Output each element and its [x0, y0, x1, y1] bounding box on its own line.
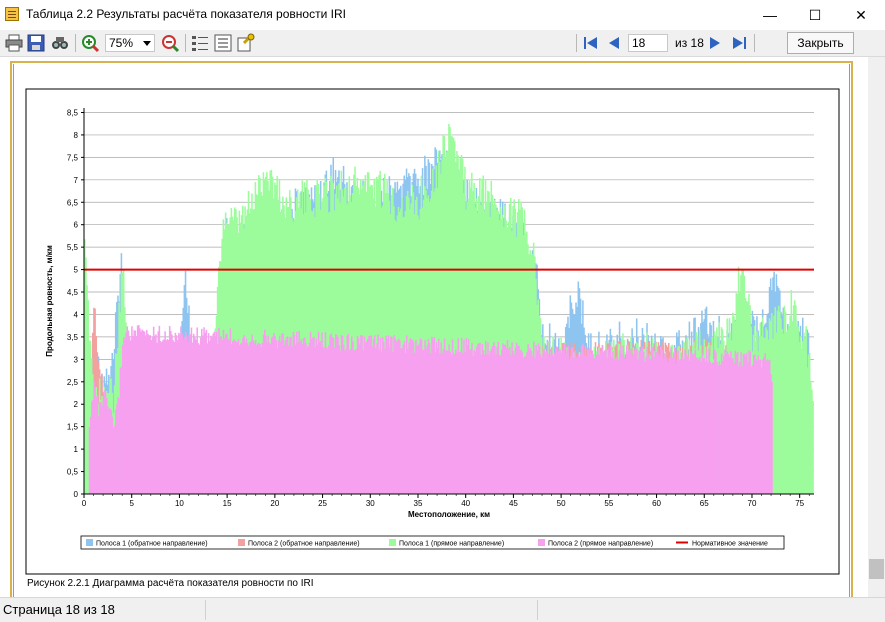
iri-chart: 0 0,5 1 1,5 2 2,5 3 3,5 4 4,5 5 5,5 6 6,5 7 7,5 8 8,5 0 5 10…: [25, 88, 840, 589]
print-icon[interactable]: [4, 33, 24, 53]
report-page: 0 0,5 1 1,5 2 2,5 3 3,5 4 4,5 5 5,5 6 6,5 7 7,5 8 8,5 0 5 10…: [13, 64, 850, 604]
zoom-out-icon[interactable]: [160, 33, 180, 53]
legend-swatch: [538, 539, 545, 546]
chart-bar: [812, 400, 814, 494]
zoom-select[interactable]: 75%: [105, 34, 155, 52]
export-icon[interactable]: [236, 33, 256, 53]
legend-label: Полоса 2 (обратное направление): [248, 540, 360, 548]
x-tick-label: 25: [318, 499, 327, 508]
status-page-label: Страница 18 из 18: [3, 602, 115, 617]
x-tick-label: 65: [700, 499, 709, 508]
close-window-button[interactable]: ✕: [838, 0, 884, 30]
page-setup-icon[interactable]: [190, 33, 210, 53]
y-tick-label: 7: [74, 176, 79, 185]
x-tick-label: 75: [795, 499, 804, 508]
y-tick-label: 3: [74, 355, 79, 364]
y-tick-label: 0,5: [67, 468, 79, 477]
y-tick-label: 7,5: [67, 153, 79, 162]
title-bar: Таблица 2.2 Результаты расчёта показател…: [0, 0, 885, 30]
y-axis-label: Продольная ровность, м/км: [45, 245, 54, 357]
y-tick-label: 2,5: [67, 378, 79, 387]
legend-swatch: [389, 539, 396, 546]
x-tick-label: 55: [604, 499, 613, 508]
x-tick-label: 35: [414, 499, 423, 508]
y-tick-label: 6,5: [67, 198, 79, 207]
legend-label: Нормативное значение: [692, 541, 768, 548]
y-tick-label: 3,5: [67, 333, 79, 342]
legend-swatch: [238, 539, 245, 546]
page-number-input[interactable]: 18: [628, 34, 668, 52]
scrollbar-thumb[interactable]: [869, 559, 884, 579]
maximize-button[interactable]: ☐: [792, 0, 838, 30]
legend-label: Полоса 1 (обратное направление): [96, 540, 208, 548]
y-tick-label: 5: [74, 266, 79, 275]
last-page-icon[interactable]: [729, 33, 749, 53]
legend-label: Полоса 2 (прямое направление): [548, 541, 653, 548]
x-tick-label: 70: [748, 499, 757, 508]
chart-bar: [771, 381, 773, 494]
status-bar: Страница 18 из 18: [0, 597, 885, 622]
first-page-icon[interactable]: [581, 33, 601, 53]
y-tick-label: 4: [74, 310, 79, 319]
x-tick-label: 45: [509, 499, 518, 508]
y-tick-label: 1: [74, 445, 79, 454]
x-tick-label: 40: [461, 499, 470, 508]
x-tick-label: 20: [270, 499, 279, 508]
y-tick-label: 2: [74, 400, 79, 409]
figure-caption: Рисунок 2.2.1 Диаграмма расчёта показате…: [27, 578, 314, 589]
zoom-value: 75%: [109, 36, 134, 50]
zoom-in-icon[interactable]: [80, 33, 100, 53]
x-tick-label: 0: [82, 499, 87, 508]
next-page-icon[interactable]: [705, 33, 725, 53]
x-tick-label: 30: [366, 499, 375, 508]
y-tick-label: 4,5: [67, 288, 79, 297]
prev-page-icon[interactable]: [604, 33, 624, 53]
app-icon: [5, 7, 19, 21]
save-icon[interactable]: [26, 33, 46, 53]
y-tick-label: 6: [74, 221, 79, 230]
y-tick-label: 8: [74, 131, 79, 140]
page-total-label: из 18: [675, 36, 704, 50]
y-tick-label: 8,5: [67, 108, 79, 117]
y-tick-label: 5,5: [67, 243, 79, 252]
x-tick-label: 10: [175, 499, 184, 508]
report-viewer: 0 0,5 1 1,5 2 2,5 3 3,5 4 4,5 5 5,5 6 6,5 7 7,5 8 8,5 0 5 10…: [0, 57, 868, 604]
x-tick-label: 60: [652, 499, 661, 508]
legend-label: Полоса 1 (прямое направление): [399, 541, 504, 548]
x-tick-label: 5: [129, 499, 134, 508]
legend-swatch: [86, 539, 93, 546]
find-icon[interactable]: [50, 33, 70, 53]
x-axis-label: Местоположение, км: [408, 510, 490, 519]
window-title: Таблица 2.2 Результаты расчёта показател…: [26, 7, 346, 21]
y-tick-label: 1,5: [67, 423, 79, 432]
toolbar: 75%: [0, 30, 885, 57]
list-icon[interactable]: [213, 33, 233, 53]
chevron-down-icon: [143, 41, 151, 46]
y-tick-label: 0: [74, 490, 79, 499]
close-report-button[interactable]: Закрыть: [787, 32, 854, 54]
vertical-scrollbar[interactable]: [868, 57, 885, 597]
x-tick-label: 50: [557, 499, 566, 508]
x-tick-label: 15: [223, 499, 232, 508]
minimize-button[interactable]: —: [747, 0, 793, 30]
